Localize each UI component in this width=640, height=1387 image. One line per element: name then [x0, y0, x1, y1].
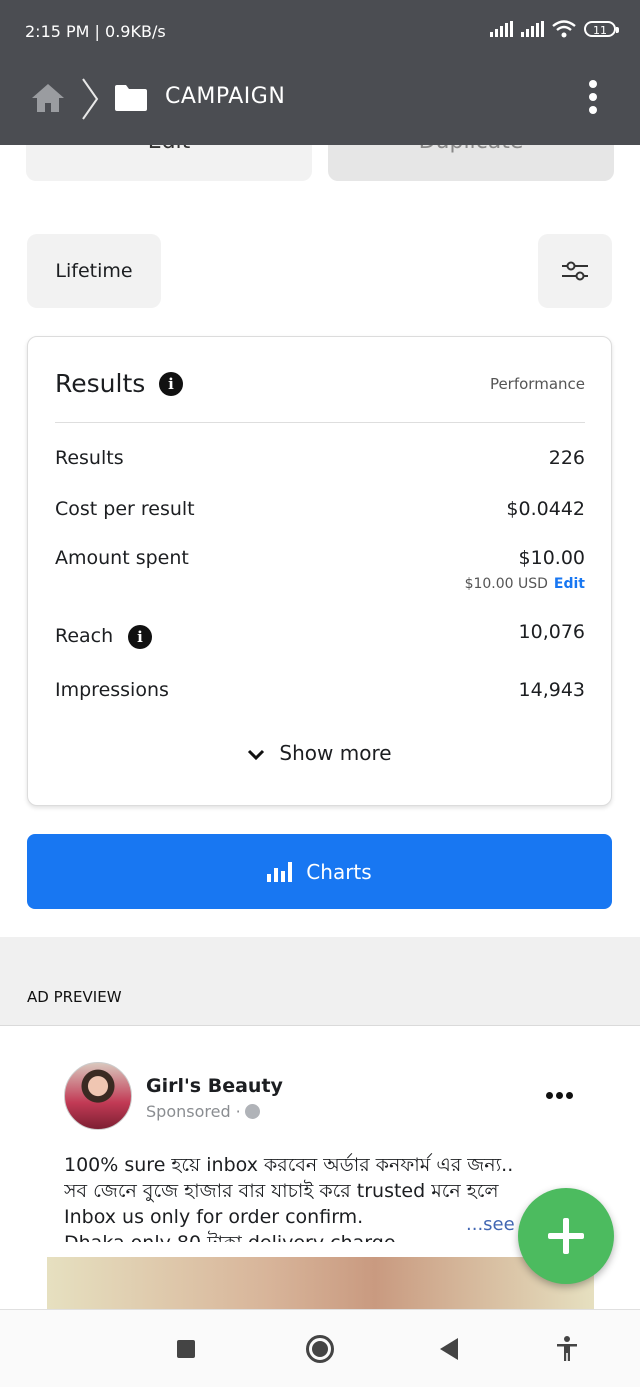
results-title: Results i — [55, 369, 183, 398]
wifi-icon — [552, 20, 576, 38]
post-text-line: 100% sure হয়ে inbox করবেন অর্ডার কনফার্… — [64, 1154, 514, 1176]
accessibility-icon[interactable] — [555, 1336, 579, 1362]
results-card: Results i Performance Results 226 Cost p… — [27, 336, 612, 806]
sponsored-label: Sponsored · — [146, 1102, 260, 1121]
metric-label-reach: Reach — [55, 625, 114, 647]
ad-preview-header: AD PREVIEW — [0, 937, 640, 1026]
post-options-icon[interactable] — [546, 1092, 573, 1099]
filter-button[interactable] — [538, 234, 612, 308]
status-bar: 2:15 PM | 0.9KB/s 11 — [0, 0, 640, 62]
divider — [55, 422, 585, 423]
more-vert-icon[interactable] — [586, 80, 600, 120]
page-name[interactable]: Girl's Beauty — [146, 1075, 283, 1097]
amount-spent-usd: $10.00 USD — [464, 576, 548, 592]
recents-icon[interactable] — [177, 1340, 195, 1358]
edit-budget-link[interactable]: Edit — [554, 576, 585, 592]
status-time: 2:15 PM | 0.9KB/s — [25, 22, 166, 41]
see-more-link[interactable]: ...see — [466, 1214, 515, 1235]
date-range-button[interactable]: Lifetime — [27, 234, 161, 308]
ad-preview-label: AD PREVIEW — [27, 988, 122, 1006]
metric-value-results: 226 — [548, 447, 585, 469]
folder-icon — [115, 85, 147, 111]
status-icons: 11 — [490, 20, 619, 38]
add-button[interactable] — [518, 1188, 614, 1284]
battery-icon: 11 — [584, 21, 619, 37]
info-icon[interactable]: i — [159, 372, 183, 396]
sliders-icon — [562, 261, 588, 281]
charts-button-label: Charts — [306, 859, 372, 884]
home-icon[interactable] — [30, 82, 66, 114]
metric-label-impressions: Impressions — [55, 679, 169, 701]
metric-label-results: Results — [55, 447, 124, 469]
metric-value-impressions: 14,943 — [518, 679, 585, 701]
results-title-text: Results — [55, 369, 146, 398]
avatar[interactable] — [64, 1062, 132, 1130]
show-more-button[interactable]: Show more — [28, 741, 611, 765]
back-icon[interactable] — [440, 1338, 458, 1360]
metric-label-cost-per-result: Cost per result — [55, 498, 195, 520]
duplicate-button-label: Duplicate — [419, 145, 524, 154]
metric-label-amount-spent: Amount spent — [55, 547, 189, 569]
amount-spent-detail: $10.00 USD Edit — [465, 576, 585, 592]
chevron-right-icon — [82, 78, 99, 120]
metric-value-amount-spent: $10.00 — [518, 547, 585, 569]
signal-icon — [490, 21, 513, 37]
signal-icon-2 — [521, 21, 544, 37]
show-more-label: Show more — [279, 741, 392, 765]
reach-info-icon[interactable]: i — [128, 625, 152, 649]
metric-value-reach: 10,076 — [518, 621, 585, 643]
system-nav-bar — [0, 1309, 640, 1387]
charts-button[interactable]: Charts — [27, 834, 612, 909]
sponsored-text: Sponsored · — [146, 1102, 241, 1121]
edit-button[interactable]: Edit — [26, 145, 312, 181]
bar-chart-icon — [267, 861, 293, 882]
globe-icon — [244, 1104, 260, 1119]
chevron-down-icon — [248, 749, 265, 760]
performance-link[interactable]: Performance — [490, 375, 585, 393]
page-title: CAMPAIGN — [165, 84, 286, 109]
ad-image — [47, 1257, 594, 1309]
metric-value-cost-per-result: $0.0442 — [506, 498, 585, 520]
edit-button-label: Edit — [148, 145, 191, 154]
post-text-line: সব জেনে বুজে হাজার বার যাচাই করে trusted… — [64, 1180, 499, 1202]
duplicate-button[interactable]: Duplicate — [328, 145, 614, 181]
app-bar: CAMPAIGN — [0, 62, 640, 145]
home-nav-icon[interactable] — [306, 1335, 334, 1363]
